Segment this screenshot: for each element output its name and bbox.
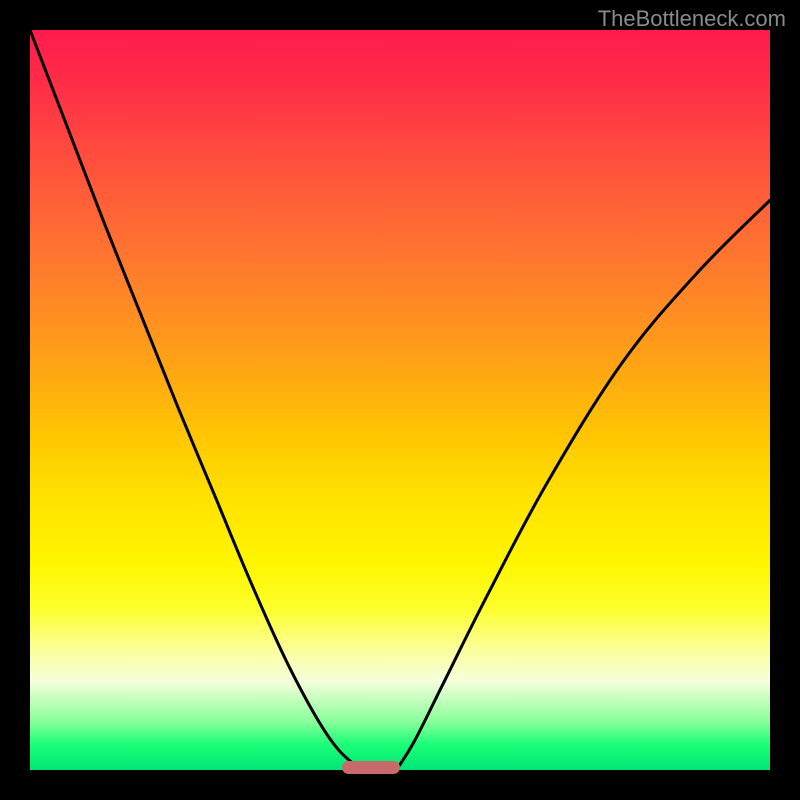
watermark-text: TheBottleneck.com [598,6,786,32]
chart-frame [30,30,770,770]
curve-right-branch [396,200,770,770]
bottleneck-marker [342,761,400,774]
chart-curves [30,30,770,770]
curve-left-branch [30,30,369,770]
